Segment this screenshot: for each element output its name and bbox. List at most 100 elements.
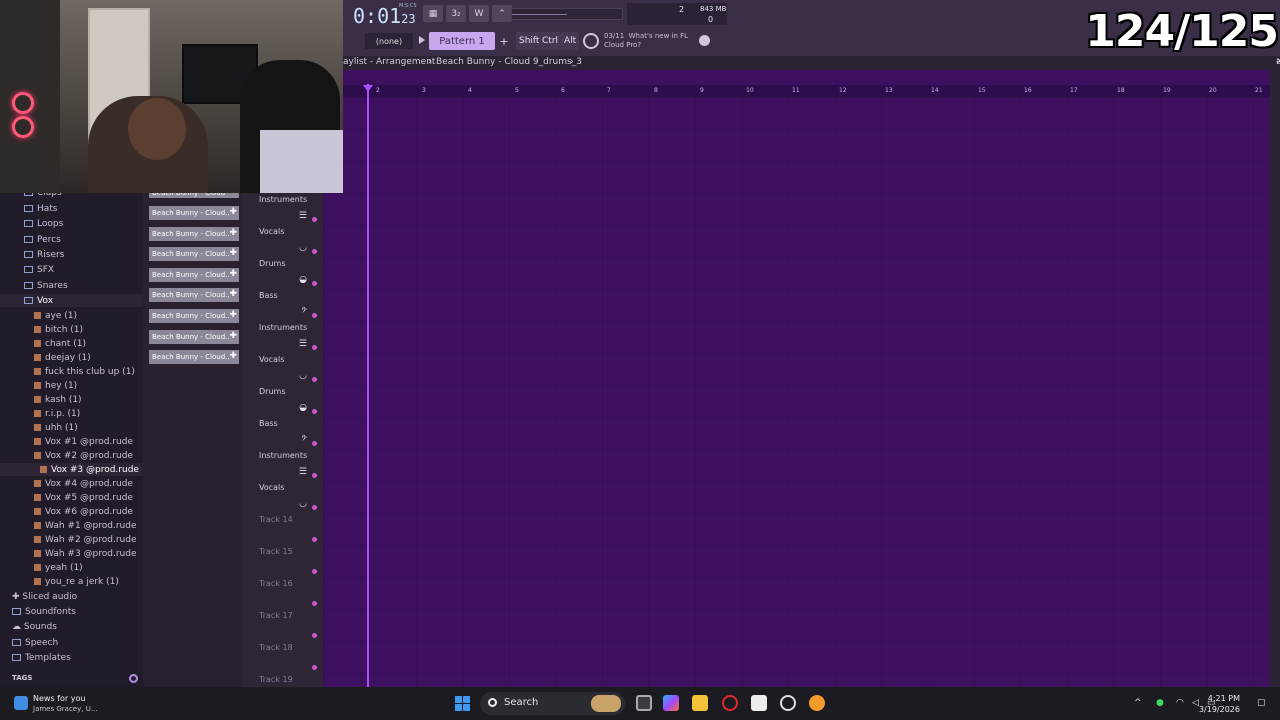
track-header[interactable]: Bass 𝄢 [255, 289, 321, 321]
file-item[interactable]: Vox #5 @prod.rude [34, 493, 133, 503]
task-view-icon[interactable] [636, 695, 652, 711]
track-header[interactable]: Instruments ☰ [255, 193, 321, 225]
file-item[interactable]: yeah (1) [34, 563, 83, 573]
track-header[interactable]: Track 14 [255, 513, 321, 545]
metronome-icon[interactable]: ⌃ [492, 5, 512, 22]
copilot-icon[interactable] [663, 695, 679, 711]
vertical-scrollbar[interactable] [1270, 70, 1280, 687]
opera-icon[interactable] [722, 695, 738, 711]
audio-file-icon [34, 578, 41, 585]
wifi-icon[interactable]: ◠ [1176, 698, 1184, 708]
folder-percs[interactable]: Percs [24, 235, 61, 245]
pattern-clip[interactable]: Beach Bunny - Cloud.. ✚ [149, 350, 239, 364]
track-header[interactable]: Bass 𝄢 [255, 417, 321, 449]
file-item[interactable]: Wah #3 @prod.rude [34, 549, 136, 559]
pattern-clip[interactable]: Beach Bunny - Cloud.. ✚ [149, 247, 239, 261]
microphone-icon[interactable]: ● [1156, 698, 1164, 708]
breadcrumb-playlist[interactable]: aylist - Arrangement [343, 57, 435, 67]
folder-loops[interactable]: Loops [24, 219, 63, 229]
file-item[interactable]: deejay (1) [34, 353, 91, 363]
file-item[interactable]: uhh (1) [34, 423, 78, 433]
breadcrumb-pattern[interactable]: Beach Bunny - Cloud 9_drums_3 [436, 57, 582, 67]
ctrl-key[interactable]: Ctrl [539, 32, 562, 50]
folder-risers[interactable]: Risers [24, 250, 64, 260]
root-sounds[interactable]: ☁ Sounds [12, 622, 57, 632]
pattern-clip[interactable]: Beach Bunny - Cloud.. ✚ [149, 330, 239, 344]
file-item[interactable]: hey (1) [34, 381, 77, 391]
timeline-ruler[interactable]: 2 3 4 5 6 7 8 9 10 11 12 13 14 15 16 17 … [323, 85, 1270, 97]
windows-start-icon[interactable] [455, 696, 470, 711]
alt-key[interactable]: Alt [561, 32, 580, 50]
track-header[interactable]: Track 16 [255, 577, 321, 609]
file-item[interactable]: fuck this club up (1) [34, 367, 135, 377]
track-header[interactable]: Instruments ☰ [255, 449, 321, 481]
notification-icon[interactable]: ▢ [1257, 698, 1266, 708]
pattern-clip[interactable]: Beach Bunny - Cloud.. ✚ [149, 309, 239, 323]
folder-sfx[interactable]: SFX [24, 265, 54, 275]
playlist-grid[interactable]: 2 3 4 5 6 7 8 9 10 11 12 13 14 15 16 17 … [323, 70, 1270, 687]
file-item[interactable]: aye (1) [34, 311, 77, 321]
globe-icon[interactable] [699, 35, 710, 46]
ruler-tick: 18 [1117, 87, 1125, 94]
pattern-clip[interactable]: Beach Bunny - Cloud.. ✚ [149, 268, 239, 282]
fl-studio-icon[interactable] [809, 695, 825, 711]
folder-hats[interactable]: Hats [24, 204, 58, 214]
file-item[interactable]: Vox #6 @prod.rude [34, 507, 133, 517]
root-templates[interactable]: Templates [12, 653, 71, 663]
pattern-clip[interactable]: Beach Bunny - Cloud.. ✚ [149, 206, 239, 220]
playhead-marker-icon[interactable] [363, 85, 373, 92]
file-item[interactable]: r.i.p. (1) [34, 409, 80, 419]
track-header[interactable]: Drums ◒ [255, 385, 321, 417]
news-widget[interactable]: News for you James Gracey, U... [33, 694, 98, 714]
root-soundfonts[interactable]: Soundfonts [12, 607, 76, 617]
track-header[interactable]: Track 18 [255, 641, 321, 673]
playhead-line[interactable] [367, 84, 369, 687]
track-header[interactable]: Vocals ◡ [255, 481, 321, 513]
track-header[interactable]: Vocals ◡ [255, 353, 321, 385]
news-widget-icon[interactable] [14, 696, 28, 710]
track-header[interactable]: Instruments ☰ [255, 321, 321, 353]
store-icon[interactable] [751, 695, 767, 711]
taskbar-search[interactable]: Search [480, 692, 625, 715]
pattern-selector[interactable]: Pattern 1 [429, 32, 495, 50]
file-item[interactable]: chant (1) [34, 339, 86, 349]
track-header[interactable]: Track 19 [255, 673, 321, 687]
pattern-clip[interactable]: Beach Bunny - Cloud.. ✚ [149, 227, 239, 241]
file-item[interactable]: Vox #1 @prod.rude [34, 437, 133, 447]
file-item[interactable]: you_re a jerk (1) [34, 577, 119, 587]
snap-select[interactable]: (none) [365, 33, 413, 49]
master-volume-slider[interactable] [511, 8, 623, 20]
file-item[interactable]: Wah #1 @prod.rude [34, 521, 136, 531]
file-item[interactable]: Wah #2 @prod.rude [34, 535, 136, 545]
track-header[interactable]: Track 17 [255, 609, 321, 641]
file-explorer-icon[interactable] [692, 695, 708, 711]
pattern-arrow-icon[interactable] [419, 36, 425, 44]
taskbar-clock[interactable]: 4:21 PM 3/19/2026 [1199, 693, 1240, 715]
track-header[interactable]: Vocals ◡ [255, 225, 321, 257]
file-item[interactable]: Vox #2 @prod.rude [34, 451, 133, 461]
close-icon[interactable]: ✕ [1276, 57, 1280, 67]
track-header[interactable]: Track 15 [255, 545, 321, 577]
root-sliced-audio[interactable]: ✚ Sliced audio [12, 592, 77, 602]
file-item-selected[interactable]: Vox #3 @prod.rude [40, 465, 139, 475]
grid-cells[interactable] [323, 97, 1270, 687]
news-icon[interactable] [583, 33, 599, 49]
ruler-tick: 8 [654, 87, 658, 94]
news-ticker[interactable]: 03/11 What's new in FL Cloud Pro? [604, 32, 704, 50]
file-item[interactable]: Vox #4 @prod.rude [34, 479, 133, 489]
search-icon[interactable] [129, 674, 138, 683]
file-item[interactable]: kash (1) [34, 395, 82, 405]
track-header[interactable]: Drums ◒ [255, 257, 321, 289]
folder-snares[interactable]: Snares [24, 281, 68, 291]
root-speech[interactable]: Speech [12, 638, 58, 648]
file-item[interactable]: bitch (1) [34, 325, 83, 335]
piano-roll-icon[interactable]: ▦ [423, 5, 443, 22]
add-pattern-button[interactable]: + [498, 32, 510, 50]
folder-vox[interactable]: Vox [24, 296, 53, 306]
typing-keyboard-icon[interactable]: 3₂ [446, 5, 466, 22]
obs-icon[interactable] [780, 695, 796, 711]
wait-icon[interactable]: W [469, 5, 489, 22]
pattern-clip[interactable]: Beach Bunny - Cloud.. ✚ [149, 288, 239, 302]
volume-icon[interactable]: ◁ [1192, 698, 1199, 708]
tray-chevron-icon[interactable]: ^ [1134, 698, 1142, 708]
